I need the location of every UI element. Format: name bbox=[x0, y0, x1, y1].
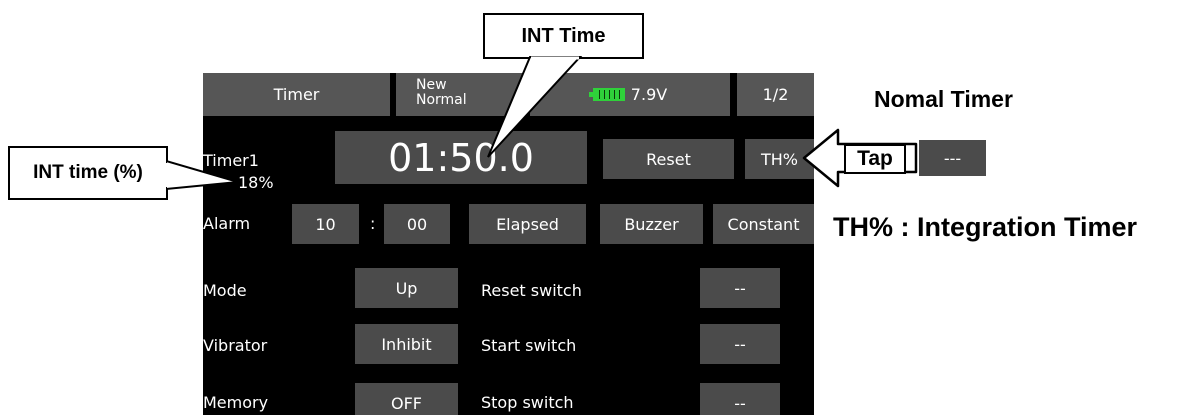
int-time-callout-label: INT Time bbox=[521, 24, 606, 47]
vibrator-label: Vibrator bbox=[203, 336, 268, 355]
reset-switch-value: -- bbox=[734, 278, 746, 298]
alarm-type-button[interactable]: Elapsed bbox=[469, 204, 586, 244]
memory-button[interactable]: OFF bbox=[355, 383, 458, 415]
start-switch-button[interactable]: -- bbox=[700, 324, 780, 364]
int-time-callout: INT Time bbox=[483, 13, 644, 59]
mode-label: Mode bbox=[203, 281, 247, 300]
normal-timer-button: --- bbox=[919, 140, 986, 176]
reset-switch-label: Reset switch bbox=[481, 281, 582, 300]
alarm-sound-label: Buzzer bbox=[624, 214, 679, 234]
stop-switch-value: -- bbox=[734, 393, 746, 413]
th-percent-button-label: TH% bbox=[760, 149, 798, 169]
alarm-mode-label: Constant bbox=[727, 214, 800, 234]
alarm-seconds[interactable]: 00 bbox=[384, 204, 450, 244]
tap-callout: Tap bbox=[844, 144, 906, 174]
start-switch-value: -- bbox=[734, 334, 746, 354]
vibrator-button[interactable]: Inhibit bbox=[355, 324, 458, 364]
memory-button-value: OFF bbox=[391, 393, 422, 413]
alarm-seconds-value: 00 bbox=[406, 214, 428, 234]
alarm-minutes[interactable]: 10 bbox=[292, 204, 359, 244]
stop-switch-button[interactable]: -- bbox=[700, 383, 780, 415]
alarm-label: Alarm bbox=[203, 214, 251, 233]
int-time-callout-pointer bbox=[487, 56, 583, 158]
reset-button[interactable]: Reset bbox=[603, 139, 734, 179]
memory-label: Memory bbox=[203, 393, 269, 412]
battery-voltage: 7.9V bbox=[630, 85, 668, 104]
int-time-percent-callout-pointer bbox=[166, 159, 239, 191]
normal-timer-button-label: --- bbox=[943, 148, 962, 168]
stop-switch-label: Stop switch bbox=[481, 393, 574, 412]
alarm-minutes-value: 10 bbox=[315, 214, 336, 234]
vibrator-button-value: Inhibit bbox=[381, 334, 432, 354]
screen-title-text: Timer bbox=[273, 85, 320, 104]
page-indicator[interactable]: 1/2 bbox=[737, 73, 814, 116]
battery-icon bbox=[588, 88, 625, 101]
int-time-percent-callout-label: INT time (%) bbox=[33, 162, 143, 183]
int-time-percent-callout: INT time (%) bbox=[8, 146, 168, 200]
mode-button[interactable]: Up bbox=[355, 268, 458, 308]
reset-switch-button[interactable]: -- bbox=[700, 268, 780, 308]
alarm-mode-button[interactable]: Constant bbox=[713, 204, 814, 244]
screen-title[interactable]: Timer bbox=[203, 73, 390, 116]
start-switch-label: Start switch bbox=[481, 336, 577, 355]
alarm-separator: : bbox=[370, 214, 376, 233]
page-indicator-text: 1/2 bbox=[762, 85, 789, 104]
alarm-sound-button[interactable]: Buzzer bbox=[600, 204, 703, 244]
alarm-type-label: Elapsed bbox=[496, 214, 559, 234]
integration-timer-heading: TH% : Integration Timer bbox=[833, 212, 1138, 242]
normal-timer-heading: Nomal Timer bbox=[874, 86, 1013, 112]
tap-callout-label: Tap bbox=[857, 147, 893, 170]
reset-button-label: Reset bbox=[646, 149, 691, 169]
mode-button-value: Up bbox=[395, 278, 418, 298]
int-time-percent: 18% bbox=[238, 173, 274, 192]
